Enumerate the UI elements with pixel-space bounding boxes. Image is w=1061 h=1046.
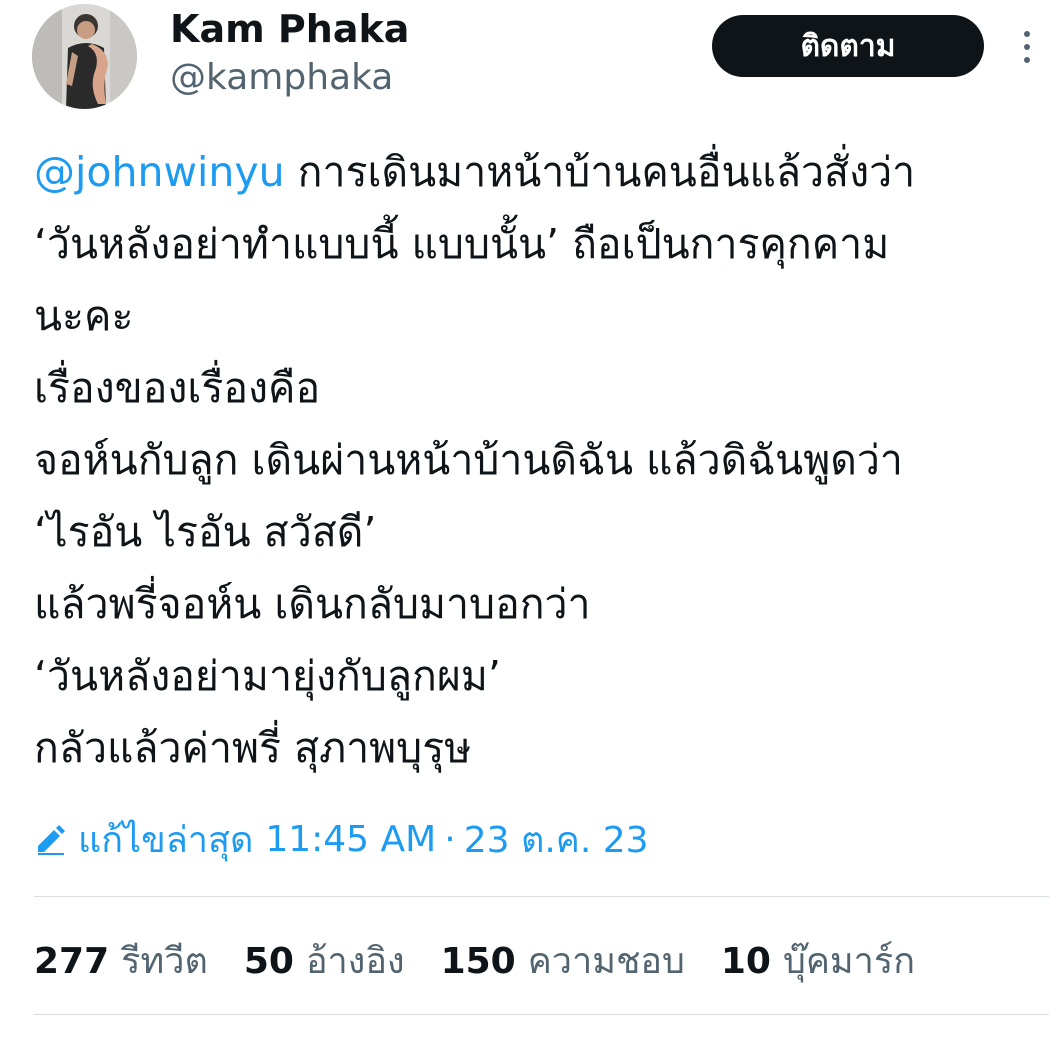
meta-separator: · bbox=[444, 818, 456, 860]
pencil-icon bbox=[38, 825, 65, 855]
tweet-line: แล้วพรี่จอห์น เดินกลับมาบอกว่า bbox=[34, 580, 591, 628]
tweet-text: @johnwinyu การเดินมาหน้าบ้านคนอื่นแล้วสั… bbox=[34, 136, 1044, 784]
tweet-line-text: การเดินมาหน้าบ้านคนอื่นแล้วสั่งว่า bbox=[284, 148, 916, 196]
more-options-icon[interactable] bbox=[1012, 28, 1042, 66]
follow-button[interactable]: ติดตาม bbox=[712, 15, 984, 77]
avatar[interactable] bbox=[32, 4, 137, 109]
likes-label: ความชอบ bbox=[527, 940, 685, 982]
bookmarks-count: 10 bbox=[720, 940, 771, 982]
tweet-line: นะคะ bbox=[34, 292, 134, 340]
quotes-count: 50 bbox=[243, 940, 294, 982]
retweets-stat[interactable]: 277 รีทวีต bbox=[34, 932, 208, 989]
bookmarks-label: บุ๊คมาร์ก bbox=[782, 940, 915, 982]
tweet-date: 23 ต.ค. 23 bbox=[463, 819, 649, 861]
tweet-time: 11:45 AM bbox=[265, 818, 437, 860]
tweet-line: ‘วันหลังอย่ามายุ่งกับลูกผม’ bbox=[34, 652, 501, 700]
display-name[interactable]: Kam Phaka bbox=[170, 6, 409, 52]
likes-stat[interactable]: 150 ความชอบ bbox=[441, 932, 685, 989]
engagement-stats: 277 รีทวีต 50 อ้างอิง 150 ความชอบ 10 บุ๊… bbox=[34, 932, 951, 988]
avatar-photo bbox=[32, 4, 137, 109]
mention-link[interactable]: @johnwinyu bbox=[34, 148, 285, 196]
tweet-line: กลัวแล้วค่าพรี่ สุภาพบุรุษ bbox=[34, 724, 472, 772]
retweets-label: รีทวีต bbox=[121, 940, 208, 982]
retweets-count: 277 bbox=[34, 940, 110, 982]
likes-count: 150 bbox=[440, 940, 516, 982]
tweet-line: @johnwinyu การเดินมาหน้าบ้านคนอื่นแล้วสั… bbox=[34, 136, 1044, 208]
edited-label: แก้ไขล่าสุด bbox=[78, 819, 254, 861]
quotes-label: อ้างอิง bbox=[305, 940, 405, 982]
tweet-line: เรื่องของเรื่องคือ bbox=[34, 364, 321, 412]
bookmarks-stat[interactable]: 10 บุ๊คมาร์ก bbox=[721, 932, 915, 989]
edit-history-link[interactable]: แก้ไขล่าสุด 11:45 AM · 23 ต.ค. 23 bbox=[34, 812, 649, 866]
tweet-line: จอห์นกับลูก เดินผ่านหน้าบ้านดิฉัน แล้วดิ… bbox=[34, 436, 903, 484]
tweet-line: ‘วันหลังอย่าทำแบบนี้ แบบนั้น’ ถือเป็นการ… bbox=[34, 220, 890, 268]
handle[interactable]: @kamphaka bbox=[170, 56, 393, 100]
divider bbox=[34, 1014, 1049, 1015]
tweet-line: ‘ไรอัน ไรอัน สวัสดี’ bbox=[34, 508, 377, 556]
divider bbox=[34, 896, 1049, 897]
quotes-stat[interactable]: 50 อ้างอิง bbox=[244, 932, 405, 989]
